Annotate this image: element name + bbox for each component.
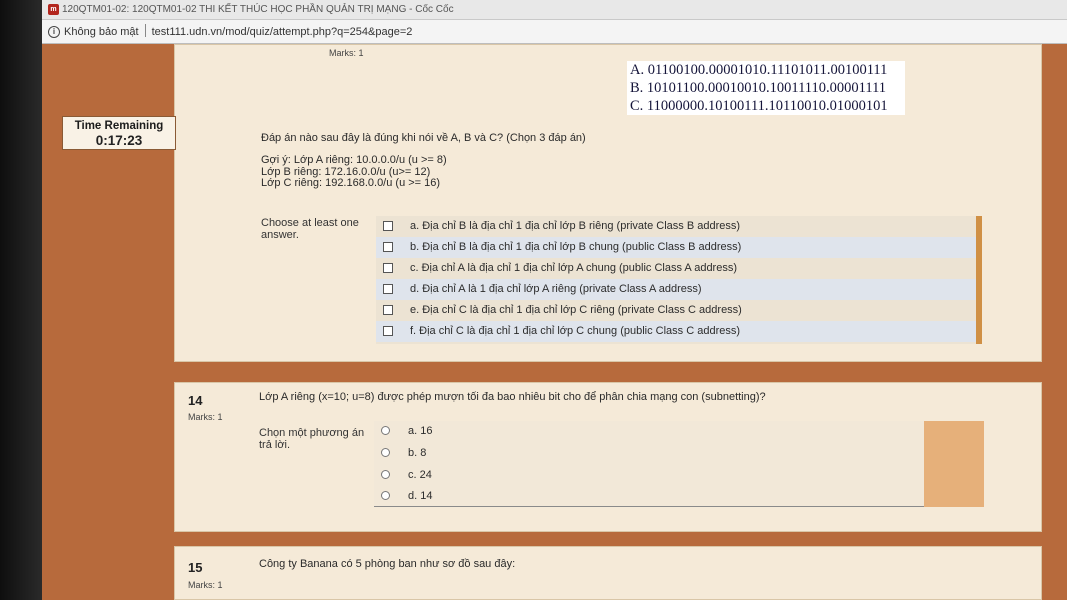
tab-title: 120QTM01-02: 120QTM01-02 THI KẾT THÚC HỌ… [62, 4, 454, 15]
answer-label[interactable]: c. Địa chỉ A là địa chỉ 1 địa chỉ lớp A … [410, 258, 737, 279]
choose-instruction: Chọn một phương án trả lời. [259, 427, 365, 451]
question-number: 15 [188, 560, 203, 575]
answer-option-b[interactable]: b. Địa chỉ B là địa chỉ 1 địa chỉ lớp B … [376, 237, 976, 258]
answer-option-b[interactable]: b. 8 [374, 443, 984, 464]
question-marks: Marks: 1 [329, 48, 364, 58]
answer-checkbox[interactable] [383, 326, 393, 336]
answer-option-d[interactable]: d. Địa chỉ A là 1 địa chỉ lớp A riêng (p… [376, 279, 976, 300]
answer-label[interactable]: b. 8 [408, 443, 426, 464]
question-text: Công ty Banana có 5 phòng ban như sơ đồ … [259, 558, 516, 570]
answer-label[interactable]: c. 24 [408, 465, 432, 486]
answer-radio[interactable] [381, 491, 390, 500]
answer-radio[interactable] [381, 470, 390, 479]
url-text[interactable]: test111.udn.vn/mod/quiz/attempt.php?q=25… [152, 26, 413, 38]
timer-label: Time Remaining [74, 120, 164, 132]
answer-list: a. Địa chỉ B là địa chỉ 1 địa chỉ lớp B … [376, 216, 982, 344]
answer-checkbox[interactable] [383, 242, 393, 252]
question-text: Đáp án nào sau đây là đúng khi nói về A,… [261, 132, 586, 144]
answer-label[interactable]: e. Địa chỉ C là địa chỉ 1 địa chỉ lớp C … [410, 300, 742, 321]
answer-checkbox[interactable] [383, 263, 393, 273]
browser-titlebar: m 120QTM01-02: 120QTM01-02 THI KẾT THÚC … [42, 0, 1067, 20]
ip-line-a: A. 01100100.00001010.11101011.00100111 [630, 62, 888, 78]
timer-value: 0:17:23 [95, 133, 143, 148]
security-label[interactable]: Không bảo mật [64, 26, 139, 38]
answer-option-f[interactable]: f. Địa chỉ C là địa chỉ 1 địa chỉ lớp C … [376, 321, 976, 342]
screen-bezel [0, 0, 42, 600]
answer-checkbox[interactable] [383, 221, 393, 231]
address-separator [144, 24, 146, 37]
answer-list: a. 16 b. 8 c. 24 d. 14 [374, 421, 984, 507]
answer-option-d[interactable]: d. 14 [374, 486, 984, 507]
ip-line-c: C. 11000000.10100111.10110010.01000101 [630, 98, 888, 114]
time-remaining-box: Time Remaining 0:17:23 [62, 116, 176, 150]
answer-label[interactable]: d. Địa chỉ A là 1 địa chỉ lớp A riêng (p… [410, 279, 702, 300]
answer-checkbox[interactable] [383, 284, 393, 294]
answer-option-e[interactable]: e. Địa chỉ C là địa chỉ 1 địa chỉ lớp C … [376, 300, 976, 321]
answer-radio[interactable] [381, 448, 390, 457]
answer-option-c[interactable]: c. 24 [374, 465, 984, 486]
answer-option-a[interactable]: a. Địa chỉ B là địa chỉ 1 địa chỉ lớp B … [376, 216, 976, 237]
answer-option-a[interactable]: a. 16 [374, 421, 984, 442]
question-number: 14 [188, 393, 203, 408]
answer-checkbox[interactable] [383, 305, 393, 315]
answer-option-c[interactable]: c. Địa chỉ A là địa chỉ 1 địa chỉ lớp A … [376, 258, 976, 279]
answer-label[interactable]: f. Địa chỉ C là địa chỉ 1 địa chỉ lớp C … [410, 321, 740, 342]
address-bar[interactable]: i Không bảo mật test111.udn.vn/mod/quiz/a… [42, 20, 1067, 44]
question-15-panel [174, 546, 1042, 600]
question-marks: Marks: 1 [188, 580, 223, 590]
choose-instruction: Choose at least one answer. [261, 217, 359, 241]
answer-label[interactable]: b. Địa chỉ B là địa chỉ 1 địa chỉ lớp B … [410, 237, 741, 258]
question-marks: Marks: 1 [188, 412, 223, 422]
answer-label[interactable]: d. 14 [408, 486, 432, 507]
info-icon[interactable]: i [48, 26, 60, 38]
answer-radio[interactable] [381, 426, 390, 435]
hint-line: Gợi ý: Lớp A riêng: 10.0.0.0/u (u >= 8) [261, 154, 447, 166]
site-favicon-icon: m [48, 4, 59, 15]
question-text: Lớp A riêng (x=10; u=8) được phép mượn t… [259, 391, 766, 403]
hint-line: Lớp C riêng: 192.168.0.0/u (u >= 16) [261, 177, 441, 189]
quiz-page: Marks: 1 A. 01100100.00001010.11101011.0… [42, 44, 1067, 600]
answer-label[interactable]: a. 16 [408, 421, 432, 442]
question-hint: Gợi ý: Lớp A riêng: 10.0.0.0/u (u >= 8) … [261, 154, 447, 190]
ip-line-b: B. 10101100.00010010.10011110.00001111 [630, 80, 887, 96]
answer-label[interactable]: a. Địa chỉ B là địa chỉ 1 địa chỉ lớp B … [410, 216, 740, 237]
ip-address-image: A. 01100100.00001010.11101011.00100111 B… [627, 61, 905, 115]
